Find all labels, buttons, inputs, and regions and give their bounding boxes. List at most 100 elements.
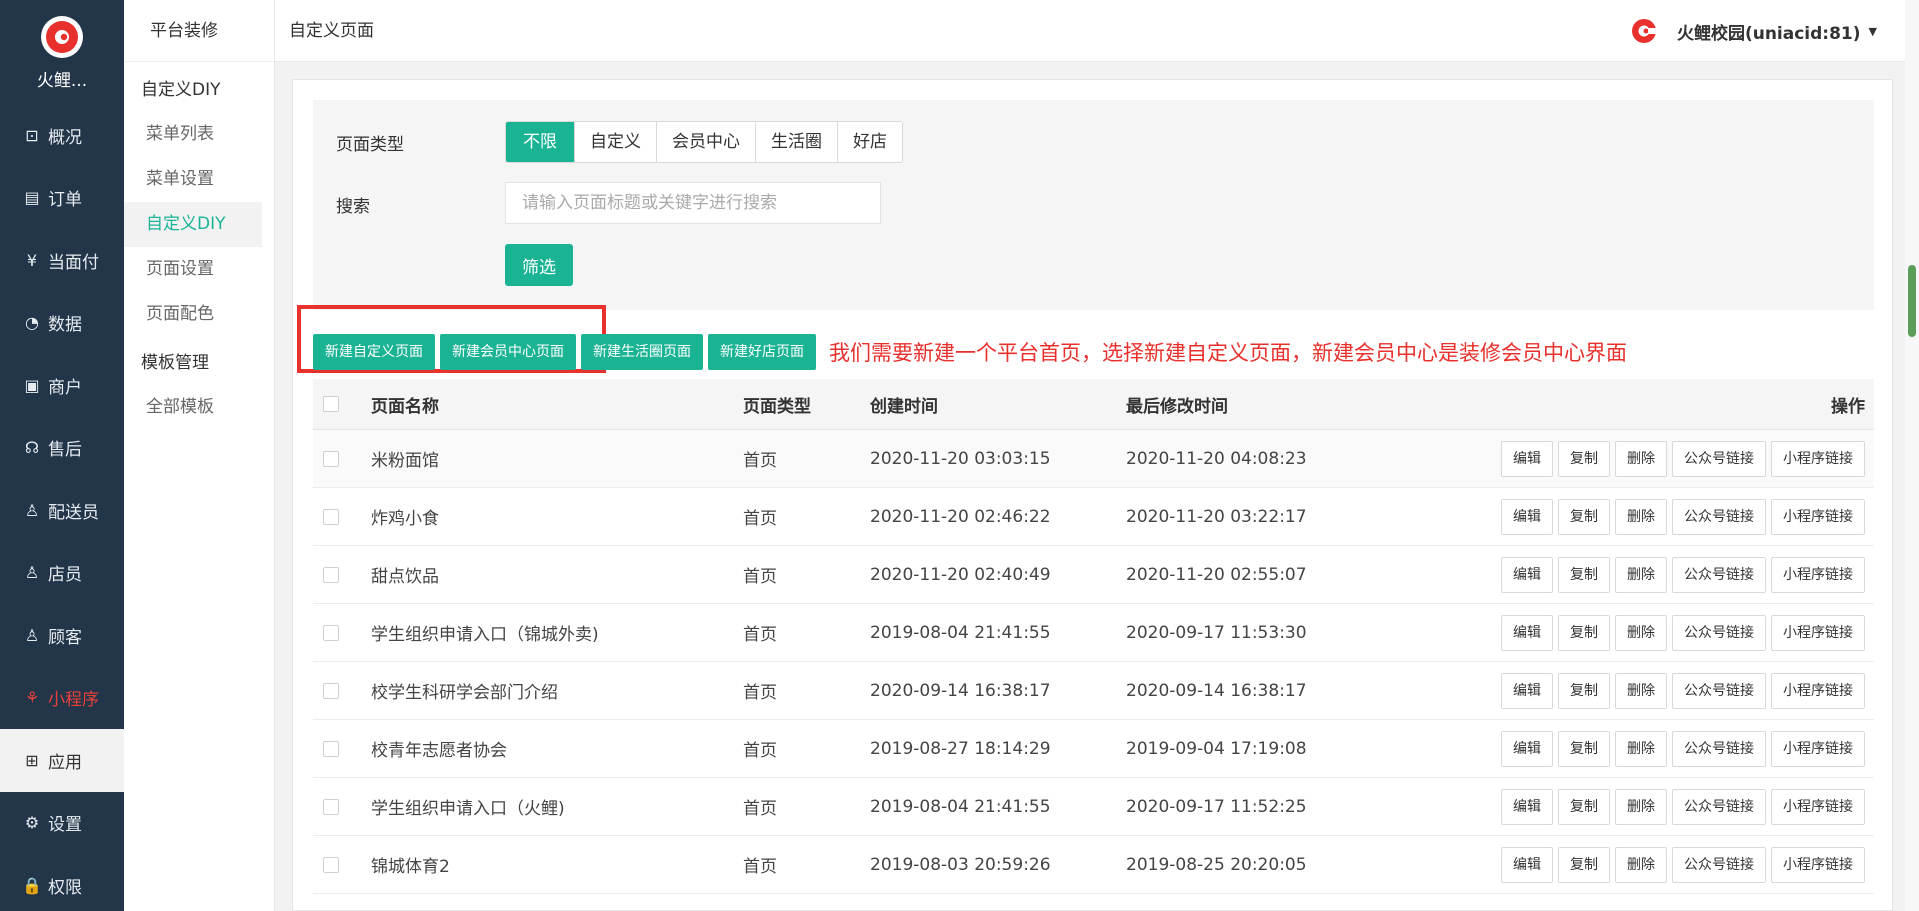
new-member-page-button[interactable]: 新建会员中心页面 bbox=[440, 334, 576, 370]
subnav-item-custom-diy[interactable]: 自定义DIY bbox=[124, 202, 262, 247]
edit-button[interactable]: 编辑 bbox=[1501, 440, 1553, 477]
new-life-page-button[interactable]: 新建生活圈页面 bbox=[581, 334, 703, 370]
cell-created: 2019-08-04 21:41:55 bbox=[870, 796, 1051, 817]
row-checkbox[interactable] bbox=[323, 508, 339, 525]
courier-icon: ♙ bbox=[24, 500, 40, 520]
row-checkbox[interactable] bbox=[323, 682, 339, 699]
nav-item-order[interactable]: ▤ 订单 bbox=[0, 167, 124, 230]
nav-item-courier[interactable]: ♙ 配送员 bbox=[0, 479, 124, 542]
edit-button[interactable]: 编辑 bbox=[1501, 614, 1553, 651]
cell-created: 2020-11-20 02:40:49 bbox=[870, 564, 1051, 585]
nav-item-label: 设置 bbox=[48, 815, 82, 836]
cell-modified: 2020-11-20 02:55:07 bbox=[1126, 564, 1307, 585]
table-row: 校学生科研学会部门介绍 首页 2020-09-14 16:38:17 2020-09-… bbox=[313, 662, 1874, 720]
type-option-life[interactable]: 生活圈 bbox=[755, 122, 837, 162]
copy-button[interactable]: 复制 bbox=[1558, 614, 1610, 651]
cell-ops: 编辑 复制 删除 公众号链接 小程序链接 bbox=[1456, 440, 1874, 477]
subnav-item-menu-list[interactable]: 菜单列表 bbox=[124, 112, 274, 157]
delete-button[interactable]: 删除 bbox=[1615, 614, 1667, 651]
nav-item-settings[interactable]: ⚙ 设置 bbox=[0, 792, 124, 855]
nav-item-label: 权限 bbox=[48, 877, 82, 898]
filter-button[interactable]: 筛选 bbox=[505, 244, 573, 286]
new-shop-page-button[interactable]: 新建好店页面 bbox=[708, 334, 816, 370]
subnav-item-menu-settings[interactable]: 菜单设置 bbox=[124, 157, 274, 202]
page-scrollbar[interactable] bbox=[1905, 0, 1919, 911]
copy-button[interactable]: 复制 bbox=[1558, 556, 1610, 593]
type-option-all[interactable]: 不限 bbox=[506, 122, 574, 162]
mp-link-button[interactable]: 公众号链接 bbox=[1672, 672, 1766, 709]
mini-link-button[interactable]: 小程序链接 bbox=[1771, 498, 1865, 535]
mini-link-button[interactable]: 小程序链接 bbox=[1771, 788, 1865, 825]
nav-item-apps[interactable]: ⊞ 应用 bbox=[0, 729, 124, 792]
edit-button[interactable]: 编辑 bbox=[1501, 730, 1553, 767]
edit-button[interactable]: 编辑 bbox=[1501, 498, 1553, 535]
mini-link-button[interactable]: 小程序链接 bbox=[1771, 556, 1865, 593]
new-custom-page-button[interactable]: 新建自定义页面 bbox=[313, 334, 435, 370]
nav-item-clerk[interactable]: ♙ 店员 bbox=[0, 542, 124, 605]
delete-button[interactable]: 删除 bbox=[1615, 730, 1667, 767]
delete-button[interactable]: 删除 bbox=[1615, 556, 1667, 593]
row-checkbox[interactable] bbox=[323, 624, 339, 641]
mini-link-button[interactable]: 小程序链接 bbox=[1771, 730, 1865, 767]
row-checkbox[interactable] bbox=[323, 798, 339, 815]
mp-link-button[interactable]: 公众号链接 bbox=[1672, 788, 1766, 825]
subnav-item-page-settings[interactable]: 页面设置 bbox=[124, 247, 274, 292]
type-option-shop[interactable]: 好店 bbox=[837, 122, 902, 162]
nav-item-chart[interactable]: ◔ 数据 bbox=[0, 292, 124, 355]
user-menu[interactable]: 火鲤校园(uniacid:81) ▼ bbox=[1631, 0, 1877, 62]
copy-button[interactable]: 复制 bbox=[1558, 846, 1610, 883]
nav-item-overview[interactable]: ⊡ 概况 bbox=[0, 104, 124, 167]
subnav-item-page-colors[interactable]: 页面配色 bbox=[124, 292, 274, 337]
type-option-custom[interactable]: 自定义 bbox=[574, 122, 656, 162]
nav-item-label: 当面付 bbox=[48, 252, 99, 273]
row-checkbox[interactable] bbox=[323, 450, 339, 467]
edit-button[interactable]: 编辑 bbox=[1501, 788, 1553, 825]
copy-button[interactable]: 复制 bbox=[1558, 730, 1610, 767]
delete-button[interactable]: 删除 bbox=[1615, 846, 1667, 883]
subnav-group-diy[interactable]: 自定义DIY bbox=[124, 68, 274, 112]
mp-link-button[interactable]: 公众号链接 bbox=[1672, 846, 1766, 883]
mp-link-button[interactable]: 公众号链接 bbox=[1672, 556, 1766, 593]
chart-icon: ◔ bbox=[25, 313, 39, 333]
select-all-checkbox[interactable] bbox=[323, 396, 339, 412]
delete-button[interactable]: 删除 bbox=[1615, 788, 1667, 825]
nav-item-miniprogram[interactable]: ⚘ 小程序 bbox=[0, 667, 124, 730]
search-input[interactable] bbox=[505, 182, 881, 224]
edit-button[interactable]: 编辑 bbox=[1501, 672, 1553, 709]
nav-item-customer[interactable]: ♙ 顾客 bbox=[0, 604, 124, 667]
delete-button[interactable]: 删除 bbox=[1615, 440, 1667, 477]
mp-link-button[interactable]: 公众号链接 bbox=[1672, 498, 1766, 535]
edit-button[interactable]: 编辑 bbox=[1501, 846, 1553, 883]
row-checkbox[interactable] bbox=[323, 856, 339, 873]
mini-link-button[interactable]: 小程序链接 bbox=[1771, 614, 1865, 651]
copy-button[interactable]: 复制 bbox=[1558, 498, 1610, 535]
nav-item-aftersale[interactable]: ☊ 售后 bbox=[0, 417, 124, 480]
mp-link-button[interactable]: 公众号链接 bbox=[1672, 440, 1766, 477]
mini-link-button[interactable]: 小程序链接 bbox=[1771, 846, 1865, 883]
copy-button[interactable]: 复制 bbox=[1558, 672, 1610, 709]
mp-link-button[interactable]: 公众号链接 bbox=[1672, 614, 1766, 651]
nav-item-yuan[interactable]: ¥ 当面付 bbox=[0, 229, 124, 292]
cell-type: 首页 bbox=[743, 451, 777, 471]
cell-created: 2020-09-14 16:38:17 bbox=[870, 680, 1051, 701]
scrollbar-thumb[interactable] bbox=[1908, 265, 1916, 337]
copy-button[interactable]: 复制 bbox=[1558, 440, 1610, 477]
row-checkbox[interactable] bbox=[323, 740, 339, 757]
row-checkbox[interactable] bbox=[323, 566, 339, 583]
type-option-member[interactable]: 会员中心 bbox=[656, 122, 755, 162]
delete-button[interactable]: 删除 bbox=[1615, 498, 1667, 535]
nav-item-lock[interactable]: 🔒 权限 bbox=[0, 854, 124, 911]
brand[interactable]: 火鲤... bbox=[0, 0, 124, 104]
nav-item-shop[interactable]: ▣ 商户 bbox=[0, 354, 124, 417]
mini-link-button[interactable]: 小程序链接 bbox=[1771, 440, 1865, 477]
subnav-item-all-templates[interactable]: 全部模板 bbox=[124, 385, 274, 430]
edit-button[interactable]: 编辑 bbox=[1501, 556, 1553, 593]
cell-ops: 编辑 复制 删除 公众号链接 小程序链接 bbox=[1456, 788, 1874, 825]
mini-link-button[interactable]: 小程序链接 bbox=[1771, 672, 1865, 709]
overview-icon: ⊡ bbox=[25, 125, 39, 145]
delete-button[interactable]: 删除 bbox=[1615, 672, 1667, 709]
copy-button[interactable]: 复制 bbox=[1558, 788, 1610, 825]
main-panel: 页面类型 不限 自定义 会员中心 生活圈 好店 搜索 筛选 新建自定义页面 新建… bbox=[292, 79, 1893, 911]
mp-link-button[interactable]: 公众号链接 bbox=[1672, 730, 1766, 767]
subnav-group-templates[interactable]: 模板管理 bbox=[124, 341, 274, 385]
